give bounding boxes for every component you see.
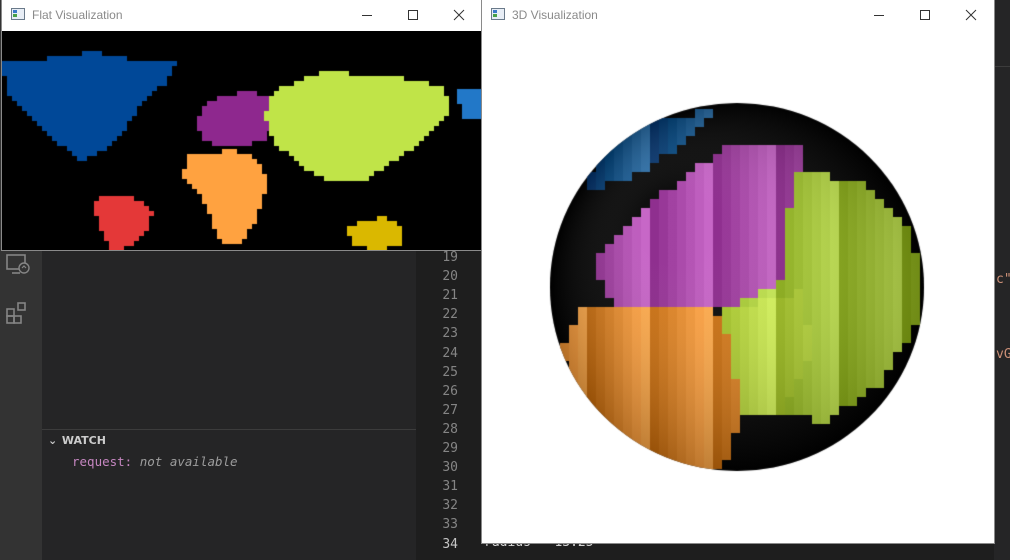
minimize-button[interactable] bbox=[856, 0, 902, 30]
line-number: 32 bbox=[442, 498, 458, 514]
line-number: 19 bbox=[442, 250, 458, 265]
window-title: 3D Visualization bbox=[512, 8, 598, 22]
line-number: 22 bbox=[442, 307, 458, 323]
window-app-icon bbox=[491, 8, 505, 20]
line-number: 24 bbox=[442, 345, 458, 361]
close-icon bbox=[453, 9, 465, 21]
watch-expression-value: not available bbox=[139, 454, 238, 469]
watch-section-header[interactable]: ⌄ WATCH bbox=[48, 434, 106, 447]
line-number: 34 bbox=[442, 536, 458, 552]
line-number: 27 bbox=[442, 402, 458, 418]
window-title: Flat Visualization bbox=[32, 8, 123, 22]
watch-expression[interactable]: request: not available bbox=[72, 454, 238, 469]
watch-title: WATCH bbox=[61, 434, 106, 447]
flat-world-map[interactable] bbox=[2, 31, 482, 250]
tabbar-divider bbox=[994, 66, 1010, 67]
globe-visualization-window[interactable]: 3D Visualization bbox=[482, 0, 994, 543]
maximize-button[interactable] bbox=[902, 0, 948, 30]
window-titlebar[interactable]: 3D Visualization bbox=[482, 0, 994, 30]
chevron-down-icon: ⌄ bbox=[48, 434, 58, 447]
globe-render[interactable] bbox=[482, 31, 994, 543]
line-number: 30 bbox=[442, 460, 458, 476]
line-number: 25 bbox=[442, 364, 458, 380]
close-button[interactable] bbox=[436, 0, 482, 30]
window-titlebar[interactable]: Flat Visualization bbox=[2, 0, 482, 30]
line-number: 20 bbox=[442, 269, 458, 285]
watch-expression-name: request: bbox=[72, 454, 133, 469]
line-number: 21 bbox=[442, 288, 458, 304]
remote-explorer-icon[interactable] bbox=[4, 250, 32, 278]
flat-visualization-window[interactable]: Flat Visualization bbox=[2, 0, 482, 250]
extensions-icon[interactable] bbox=[4, 300, 32, 328]
code-fragment: vGl bbox=[996, 347, 1010, 362]
maximize-button[interactable] bbox=[390, 0, 436, 30]
minimize-icon bbox=[874, 15, 884, 16]
line-number: 28 bbox=[442, 421, 458, 437]
minimize-icon bbox=[362, 15, 372, 16]
close-button[interactable] bbox=[948, 0, 994, 30]
window-app-icon bbox=[11, 8, 25, 20]
code-fragment: c", bbox=[996, 272, 1010, 287]
line-number: 31 bbox=[442, 479, 458, 495]
panel-divider bbox=[42, 429, 416, 430]
close-icon bbox=[965, 9, 977, 21]
line-number: 26 bbox=[442, 383, 458, 399]
line-number: 33 bbox=[442, 517, 458, 533]
line-number: 29 bbox=[442, 441, 458, 456]
maximize-icon bbox=[408, 10, 418, 20]
line-number: 23 bbox=[442, 326, 458, 342]
minimize-button[interactable] bbox=[344, 0, 390, 30]
maximize-icon bbox=[920, 10, 930, 20]
